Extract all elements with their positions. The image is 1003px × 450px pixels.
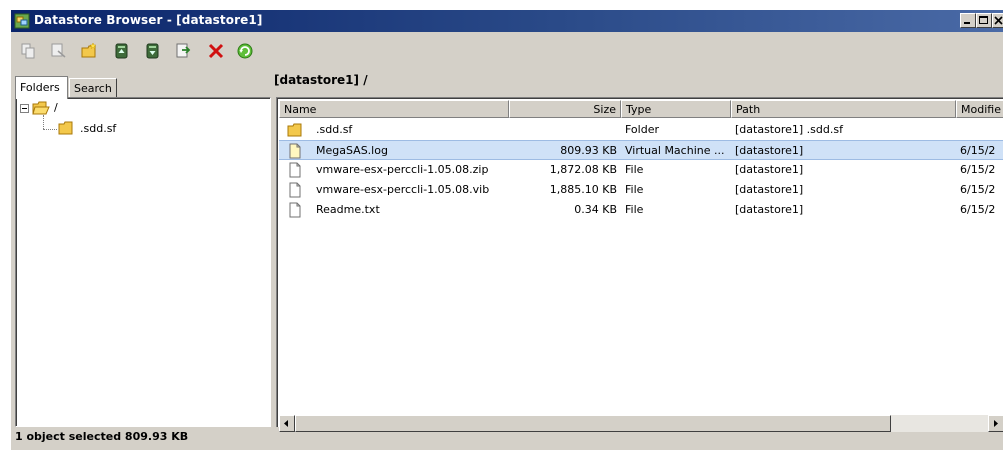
file-row[interactable]: .sdd.sf Folder [datastore1] .sdd.sf bbox=[279, 120, 1003, 140]
upload-icon bbox=[115, 43, 128, 59]
file-type: File bbox=[625, 163, 644, 176]
file-name: Readme.txt bbox=[316, 203, 380, 216]
download-icon bbox=[146, 43, 159, 59]
column-header-path[interactable]: Path bbox=[731, 100, 956, 118]
tree-child-label: .sdd.sf bbox=[80, 122, 117, 135]
file-type: File bbox=[625, 203, 644, 216]
status-bar: 1 object selected 809.93 KB bbox=[15, 430, 189, 443]
minimize-icon bbox=[964, 22, 970, 24]
cut-button[interactable] bbox=[48, 40, 70, 62]
upload-button[interactable] bbox=[111, 40, 133, 62]
maximize-icon bbox=[979, 16, 988, 24]
scroll-left-button[interactable] bbox=[279, 415, 295, 432]
tab-folders-label: Folders bbox=[20, 81, 60, 94]
tree-node-sdd-sf[interactable]: .sdd.sf bbox=[58, 120, 258, 138]
move-button[interactable] bbox=[173, 40, 195, 62]
tree-connector bbox=[43, 115, 44, 129]
file-size: 0.34 KB bbox=[574, 203, 617, 216]
download-button[interactable] bbox=[142, 40, 164, 62]
scroll-right-button[interactable] bbox=[988, 415, 1003, 432]
file-modified: 6/15/2 bbox=[960, 144, 996, 157]
file-type: File bbox=[625, 183, 644, 196]
window-title: Datastore Browser - [datastore1] bbox=[34, 13, 263, 27]
new-folder-button[interactable] bbox=[79, 40, 101, 62]
file-type: Folder bbox=[625, 123, 659, 136]
folder-icon bbox=[287, 123, 302, 137]
file-path: [datastore1] bbox=[735, 183, 804, 196]
open-folder-icon bbox=[32, 101, 50, 115]
file-modified: 6/15/2 bbox=[960, 163, 996, 176]
file-row[interactable]: vmware-esx-perccli-1.05.08.vib 1,885.10 K… bbox=[279, 180, 1003, 200]
file-modified: 6/15/2 bbox=[960, 203, 996, 216]
file-path: [datastore1] bbox=[735, 203, 804, 216]
delete-button[interactable] bbox=[205, 40, 227, 62]
file-path: [datastore1] .sdd.sf bbox=[735, 123, 843, 136]
arrow-left-icon bbox=[284, 420, 288, 427]
minimize-button[interactable] bbox=[960, 13, 976, 28]
tab-search-label: Search bbox=[74, 82, 112, 95]
column-header-modified[interactable]: Modifie bbox=[956, 100, 1003, 118]
folder-icon bbox=[58, 121, 73, 135]
tree-connector bbox=[43, 129, 57, 130]
file-name: .sdd.sf bbox=[316, 123, 353, 136]
close-button[interactable] bbox=[992, 13, 1003, 28]
tree-root-label: / bbox=[54, 101, 58, 114]
file-type: Virtual Machine ... bbox=[625, 144, 725, 157]
column-header-type[interactable]: Type bbox=[621, 100, 731, 118]
cut-icon bbox=[51, 43, 66, 58]
file-name: vmware-esx-perccli-1.05.08.vib bbox=[316, 183, 490, 196]
column-header-name[interactable]: Name bbox=[279, 100, 509, 118]
collapse-icon[interactable] bbox=[20, 104, 29, 113]
file-icon bbox=[289, 182, 301, 198]
new-folder-icon bbox=[81, 42, 97, 58]
copy-icon bbox=[21, 43, 35, 59]
horizontal-scrollbar[interactable] bbox=[279, 415, 1003, 432]
file-size: 1,872.08 KB bbox=[549, 163, 617, 176]
file-list[interactable]: Name Size Type Path Modifie .sdd.sf Folde… bbox=[276, 97, 1003, 427]
file-row[interactable]: MegaSAS.log 809.93 KB Virtual Machine ... [… bbox=[279, 140, 1003, 160]
file-list-header: Name Size Type Path Modifie bbox=[279, 100, 1003, 118]
file-row[interactable]: Readme.txt 0.34 KB File [datastore1] 6/15/2 bbox=[279, 200, 1003, 220]
file-name: vmware-esx-perccli-1.05.08.zip bbox=[316, 163, 489, 176]
move-icon bbox=[176, 43, 191, 58]
datastore-app-icon bbox=[14, 13, 30, 29]
file-size: 809.93 KB bbox=[560, 144, 617, 157]
title-bar[interactable]: Datastore Browser - [datastore1] bbox=[11, 10, 1003, 32]
maximize-button[interactable] bbox=[976, 13, 992, 28]
file-path: [datastore1] bbox=[735, 163, 804, 176]
tab-search[interactable]: Search bbox=[69, 78, 117, 98]
refresh-icon bbox=[237, 43, 253, 59]
column-header-size[interactable]: Size bbox=[509, 100, 621, 118]
log-file-icon bbox=[289, 143, 301, 159]
datastore-browser-window: Datastore Browser - [datastore1] Folders… bbox=[10, 10, 1003, 450]
copy-button[interactable] bbox=[17, 40, 39, 62]
file-name: MegaSAS.log bbox=[316, 144, 388, 157]
tab-folders[interactable]: Folders bbox=[15, 76, 68, 99]
tree-node-root[interactable]: / bbox=[20, 100, 260, 118]
current-path: [datastore1] / bbox=[274, 73, 368, 87]
file-modified: 6/15/2 bbox=[960, 183, 996, 196]
file-size: 1,885.10 KB bbox=[549, 183, 617, 196]
arrow-right-icon bbox=[994, 420, 998, 427]
file-path: [datastore1] bbox=[735, 144, 804, 157]
scrollbar-thumb[interactable] bbox=[295, 415, 891, 432]
file-icon bbox=[289, 162, 301, 178]
toolbar bbox=[11, 32, 1003, 78]
folder-tree[interactable]: / .sdd.sf bbox=[15, 97, 271, 427]
file-icon bbox=[289, 202, 301, 218]
file-row[interactable]: vmware-esx-perccli-1.05.08.zip 1,872.08 K… bbox=[279, 160, 1003, 180]
delete-icon bbox=[208, 43, 224, 59]
close-icon bbox=[994, 16, 1003, 25]
refresh-button[interactable] bbox=[234, 40, 256, 62]
